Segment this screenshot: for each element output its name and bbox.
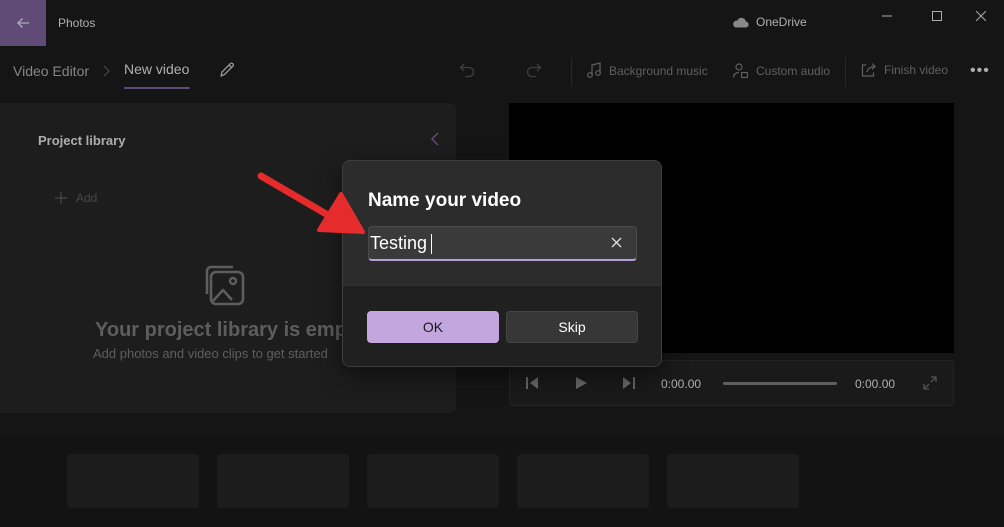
name-video-dialog: Name your video OK Skip	[342, 160, 662, 367]
video-name-field[interactable]	[368, 226, 637, 261]
video-name-input[interactable]	[369, 227, 599, 259]
skip-button[interactable]: Skip	[506, 311, 638, 343]
annotation-arrow	[257, 172, 365, 234]
dialog-title: Name your video	[368, 190, 522, 211]
clear-icon[interactable]	[611, 237, 622, 248]
dialog-footer: OK Skip	[343, 285, 661, 366]
ok-button[interactable]: OK	[367, 311, 499, 343]
text-caret	[431, 234, 432, 254]
